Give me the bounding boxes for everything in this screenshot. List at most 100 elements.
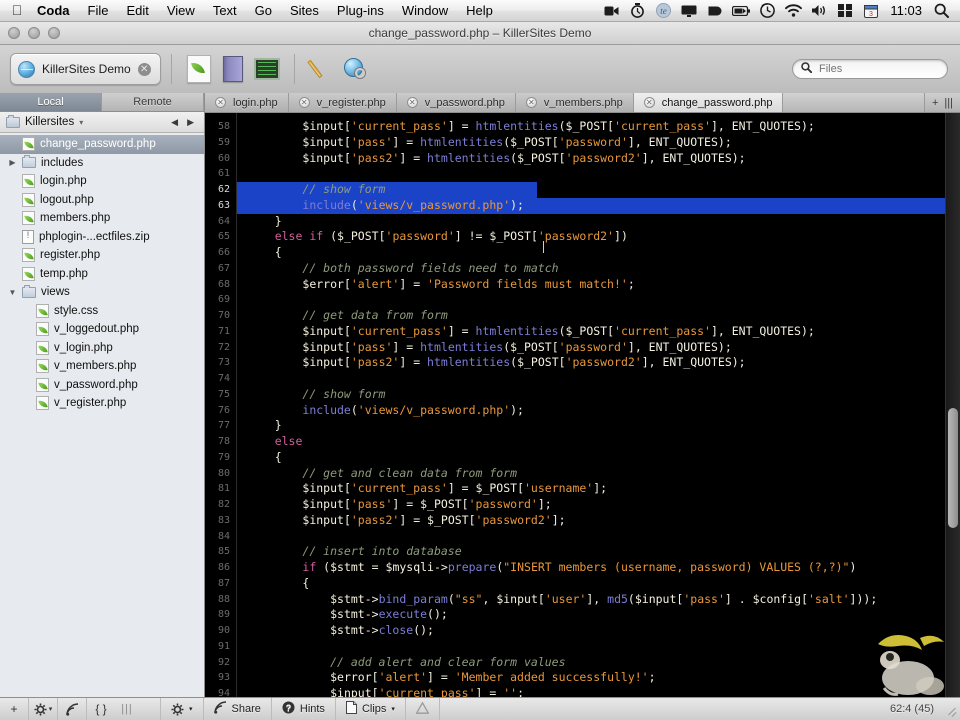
code-line[interactable]: $stmt->close(); xyxy=(237,623,960,639)
code-line[interactable]: // insert into database xyxy=(237,544,960,560)
code-line[interactable]: if ($stmt = $mysqli->prepare("INSERT mem… xyxy=(237,560,960,576)
minimize-window-button[interactable] xyxy=(28,27,40,39)
clips-button[interactable]: Clips ▾ xyxy=(336,698,406,720)
site-chip[interactable]: KillerSites Demo ✕ xyxy=(10,53,161,85)
volume-icon[interactable] xyxy=(806,0,832,22)
file-row[interactable]: ▶members.php xyxy=(0,209,204,228)
file-row[interactable]: ▶change_password.php xyxy=(0,135,204,154)
menu-go[interactable]: Go xyxy=(246,0,281,22)
close-tab-icon[interactable]: ✕ xyxy=(525,97,537,108)
code-line[interactable]: else if ($_POST['password'] != $_POST['p… xyxy=(237,229,960,245)
code-line[interactable]: $input['pass2'] = htmlentities($_POST['p… xyxy=(237,151,960,167)
editor-actions-gear-button[interactable]: ▾ xyxy=(160,698,204,720)
file-row[interactable]: ▼ views xyxy=(0,283,204,302)
code-line[interactable]: else xyxy=(237,434,960,450)
display-icon[interactable] xyxy=(676,0,702,22)
actions-gear-icon[interactable]: ▾ xyxy=(29,698,58,720)
file-row[interactable]: ▶register.php xyxy=(0,246,204,265)
code-line[interactable]: include('views/v_password.php'); xyxy=(237,197,960,214)
apple-menu-icon[interactable]:  xyxy=(6,3,28,19)
edit-file-icon[interactable] xyxy=(182,52,216,86)
window-resize-grip[interactable] xyxy=(944,702,958,716)
nav-back-icon[interactable]: ◀ xyxy=(171,117,178,128)
files-search-input[interactable] xyxy=(817,62,939,76)
editor-tab[interactable]: ✕ v_password.php xyxy=(396,93,516,112)
time-machine-icon[interactable] xyxy=(754,0,780,22)
menu-file[interactable]: File xyxy=(79,0,118,22)
tab-overview-button[interactable]: ||| xyxy=(944,97,953,109)
code-line[interactable]: // show form xyxy=(237,387,960,403)
code-line[interactable]: $input['current_pass'] = htmlentities($_… xyxy=(237,324,960,340)
code-line[interactable]: $input['pass2'] = htmlentities($_POST['p… xyxy=(237,355,960,371)
sidebar-resize-grip[interactable]: ||| xyxy=(115,703,139,715)
braces-icon[interactable]: { } xyxy=(87,698,115,720)
code-line[interactable]: $stmt->execute(); xyxy=(237,607,960,623)
menubar-clock[interactable]: 11:03 xyxy=(884,0,928,22)
battery-icon[interactable] xyxy=(728,0,754,22)
wifi-icon[interactable] xyxy=(780,0,806,22)
code-line[interactable]: $error['alert'] = 'Member added successf… xyxy=(237,670,960,686)
preview-globe-icon[interactable] xyxy=(339,52,373,86)
code-line[interactable]: $input['pass'] = htmlentities($_POST['pa… xyxy=(237,135,960,151)
code-line[interactable] xyxy=(237,166,960,182)
share-button[interactable]: Share xyxy=(204,698,272,720)
editor-vertical-scrollbar[interactable] xyxy=(945,113,960,698)
code-line[interactable]: } xyxy=(237,418,960,434)
file-row[interactable]: ▶v_loggedout.php xyxy=(0,320,204,339)
disclosure-triangle-icon[interactable]: ▼ xyxy=(8,288,17,297)
validator-warning-button[interactable] xyxy=(406,698,440,720)
code-line[interactable] xyxy=(237,371,960,387)
menu-window[interactable]: Window xyxy=(393,0,457,22)
code-line[interactable]: $error['alert'] = 'Password fields must … xyxy=(237,277,960,293)
code-line[interactable] xyxy=(237,639,960,655)
add-icon[interactable]: + xyxy=(0,698,29,720)
code-line[interactable]: { xyxy=(237,450,960,466)
textexpander-icon[interactable]: te xyxy=(650,0,676,22)
file-row[interactable]: ▶temp.php xyxy=(0,265,204,284)
books-icon[interactable] xyxy=(216,52,250,86)
editor-tab[interactable]: ✕ change_password.php xyxy=(633,93,784,112)
code-line[interactable] xyxy=(237,529,960,545)
code-line[interactable]: $input['pass'] = htmlentities($_POST['pa… xyxy=(237,340,960,356)
editor-tab[interactable]: ✕ v_members.php xyxy=(515,93,634,112)
disclosure-triangle-icon[interactable]: ▶ xyxy=(8,158,17,167)
code-line[interactable]: } xyxy=(237,214,960,230)
file-row[interactable]: ▶ includes xyxy=(0,154,204,173)
close-tab-icon[interactable]: ✕ xyxy=(643,97,655,108)
timer-icon[interactable] xyxy=(624,0,650,22)
close-tab-icon[interactable]: ✕ xyxy=(406,97,418,108)
code-line[interactable]: include('views/v_password.php'); xyxy=(237,403,960,419)
file-browser-list[interactable]: ▶change_password.php▶includes▶login.php▶… xyxy=(0,133,204,698)
code-line[interactable]: { xyxy=(237,245,960,261)
menu-sites[interactable]: Sites xyxy=(281,0,328,22)
window-titlebar[interactable]: change_password.php – KillerSites Demo xyxy=(0,22,960,45)
terminal-icon[interactable] xyxy=(250,52,284,86)
keyboard-icon[interactable] xyxy=(832,0,858,22)
code-line[interactable]: // both password fields need to match xyxy=(237,261,960,277)
preview-pencil-icon[interactable] xyxy=(305,52,339,86)
add-tab-button[interactable]: + xyxy=(932,97,938,109)
files-search-box[interactable] xyxy=(792,59,948,79)
close-tab-icon[interactable]: ✕ xyxy=(215,97,226,108)
menu-plug-ins[interactable]: Plug-ins xyxy=(328,0,393,22)
file-row[interactable]: ▶logout.php xyxy=(0,191,204,210)
file-row[interactable]: ▶login.php xyxy=(0,172,204,191)
file-row[interactable]: ▶v_register.php xyxy=(0,394,204,413)
screen-recording-icon[interactable] xyxy=(598,0,624,22)
code-line[interactable]: // get data from form xyxy=(237,308,960,324)
calendar-icon[interactable]: 3 xyxy=(858,0,884,22)
file-row[interactable]: ▶v_password.php xyxy=(0,376,204,395)
menu-coda[interactable]: Coda xyxy=(28,0,79,22)
code-line[interactable]: // add alert and clear form values xyxy=(237,655,960,671)
current-folder-label[interactable]: Killersites xyxy=(25,116,74,128)
hints-button[interactable]: ? Hints xyxy=(272,698,336,720)
menu-help[interactable]: Help xyxy=(457,0,502,22)
code-line[interactable]: $input['current_pass'] = htmlentities($_… xyxy=(237,119,960,135)
tab-remote[interactable]: Remote xyxy=(102,93,204,111)
menu-view[interactable]: View xyxy=(158,0,204,22)
editor-tab[interactable]: ✕ v_register.php xyxy=(288,93,397,112)
file-row[interactable]: ▶style.css xyxy=(0,302,204,321)
chevron-down-icon[interactable]: ▾ xyxy=(79,118,83,127)
code-line[interactable]: $input['pass2'] = $_POST['password2']; xyxy=(237,513,960,529)
menu-text[interactable]: Text xyxy=(204,0,246,22)
